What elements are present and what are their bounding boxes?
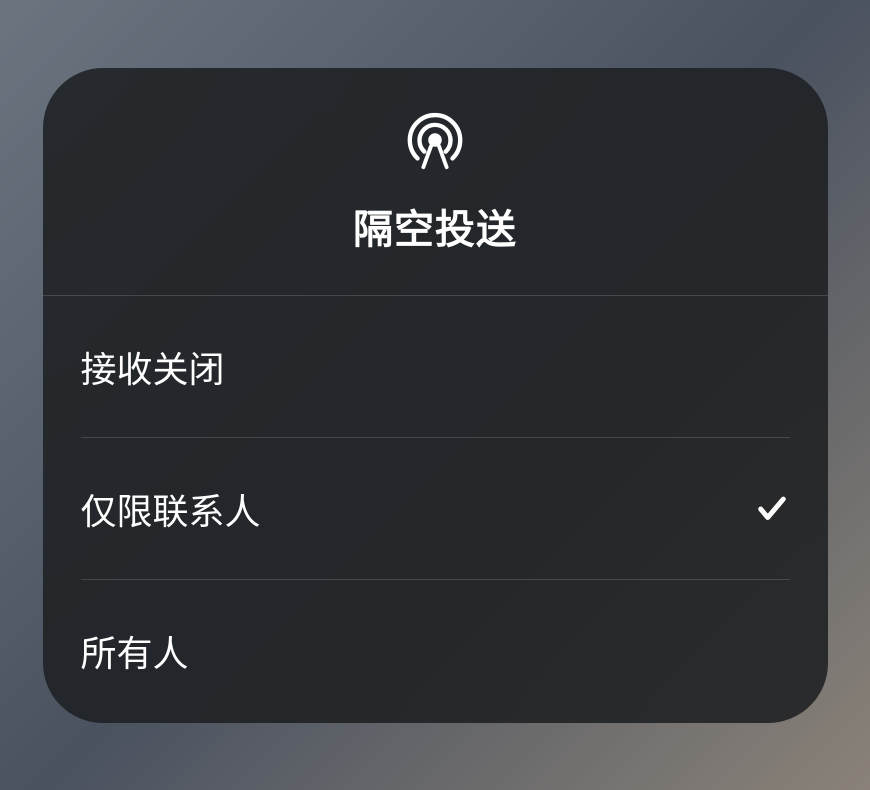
option-everyone[interactable]: 所有人 <box>43 580 828 722</box>
option-label: 仅限联系人 <box>81 483 261 535</box>
checkmark-icon <box>754 491 790 527</box>
airdrop-icon <box>403 108 467 172</box>
option-label: 所有人 <box>81 625 189 677</box>
checkmark-icon <box>754 349 790 385</box>
option-receiving-off[interactable]: 接收关闭 <box>43 296 828 438</box>
panel-title: 隔空投送 <box>353 197 517 255</box>
options-list: 接收关闭 仅限联系人 所有人 <box>43 296 828 723</box>
option-label: 接收关闭 <box>81 341 225 393</box>
option-contacts-only[interactable]: 仅限联系人 <box>43 438 828 580</box>
checkmark-icon <box>754 633 790 669</box>
airdrop-panel: 隔空投送 接收关闭 仅限联系人 所有人 <box>43 68 828 723</box>
panel-header: 隔空投送 <box>43 68 828 296</box>
